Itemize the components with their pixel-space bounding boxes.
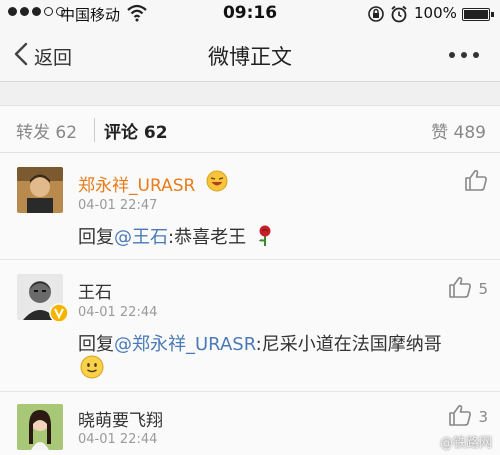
comment-item: 郑永祥_URASR 04-01 22:47 回复@王石:恭喜老王 bbox=[0, 153, 500, 260]
verified-badge-icon bbox=[49, 303, 69, 327]
thumbs-up-icon bbox=[464, 169, 488, 195]
reply-prefix: 回复 bbox=[78, 334, 114, 355]
interaction-tabs: 转发 62 评论 62 赞 489 bbox=[0, 105, 500, 153]
thumbs-up-icon bbox=[448, 404, 472, 430]
more-options-button[interactable] bbox=[448, 44, 480, 63]
section-gap bbox=[0, 83, 500, 105]
avatar[interactable] bbox=[17, 404, 63, 450]
comment-like-button[interactable]: 5 bbox=[448, 276, 488, 302]
comment-username[interactable]: 郑永祥_URASR bbox=[78, 171, 195, 196]
watermark: @铁路网 bbox=[439, 436, 492, 451]
comment-item: 晓萌要飞翔 04-01 22:44 3 bbox=[0, 392, 500, 455]
battery-percentage: 100% bbox=[414, 4, 457, 22]
alarm-icon bbox=[390, 5, 408, 27]
more-dots-icon bbox=[449, 52, 479, 58]
mention-link[interactable]: @王石 bbox=[114, 227, 168, 248]
comment-like-button[interactable] bbox=[464, 169, 488, 195]
rose-emoji-icon bbox=[256, 225, 274, 252]
tab-repost[interactable]: 转发 62 bbox=[16, 118, 77, 143]
comment-username[interactable]: 晓萌要飞翔 bbox=[78, 406, 163, 431]
navigation-bar: 返回 微博正文 bbox=[0, 28, 500, 82]
battery-icon bbox=[462, 8, 494, 21]
rotation-lock-icon bbox=[367, 5, 385, 27]
tab-like[interactable]: 赞 489 bbox=[431, 118, 486, 143]
reply-prefix: 回复 bbox=[78, 227, 114, 248]
comment-timestamp: 04-01 22:44 bbox=[78, 305, 158, 320]
comment-timestamp: 04-01 22:44 bbox=[78, 432, 158, 447]
comment-body: :恭喜老王 bbox=[168, 227, 247, 248]
comment-username[interactable]: 王石 bbox=[78, 278, 112, 303]
comment-text: 回复@郑永祥_URASR:尼采小道在法国摩纳哥 bbox=[78, 330, 442, 356]
comment-timestamp: 04-01 22:47 bbox=[78, 198, 158, 213]
tab-comment[interactable]: 评论 62 bbox=[104, 118, 168, 143]
avatar[interactable] bbox=[17, 167, 63, 213]
tab-divider bbox=[94, 118, 95, 142]
like-count: 3 bbox=[478, 408, 488, 426]
thumbs-up-icon bbox=[448, 276, 472, 302]
page-title: 微博正文 bbox=[208, 45, 292, 69]
comment-text: 回复@王石:恭喜老王 bbox=[78, 223, 274, 252]
status-bar: 中国移动 09:16 100% bbox=[0, 0, 500, 28]
comment-body: :尼采小道在法国摩纳哥 bbox=[255, 334, 442, 355]
like-count: 5 bbox=[478, 280, 488, 298]
comment-item: 王石 04-01 22:44 回复@郑永祥_URASR:尼采小道在法国摩纳哥 5 bbox=[0, 260, 500, 392]
comment-like-button[interactable]: 3 bbox=[448, 404, 488, 430]
smile-emoji-icon bbox=[80, 355, 104, 383]
laughing-emoji-icon bbox=[206, 170, 228, 196]
mention-link[interactable]: @郑永祥_URASR bbox=[114, 334, 256, 355]
